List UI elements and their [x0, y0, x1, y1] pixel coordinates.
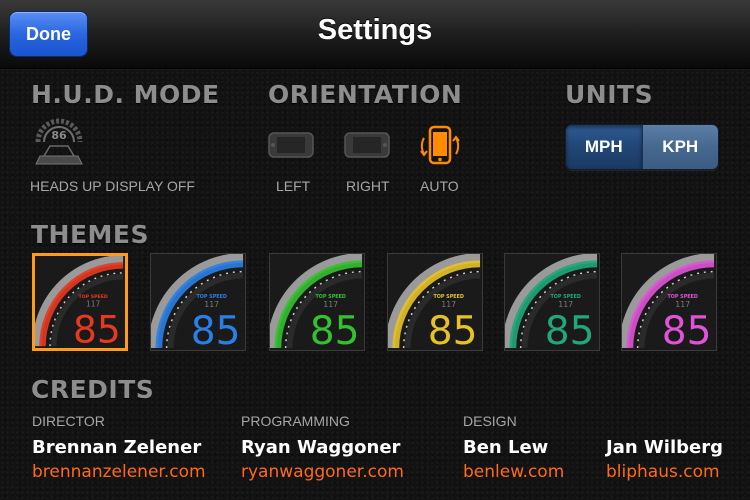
- speed-readout: 85: [545, 309, 595, 350]
- themes-heading: THEMES: [31, 220, 150, 249]
- orientation-right-option[interactable]: [344, 130, 390, 160]
- units-heading: UNITS: [565, 80, 654, 109]
- theme-option-4[interactable]: TOP SPEED 117 85: [387, 253, 483, 351]
- speed-readout: 85: [191, 309, 241, 350]
- phone-landscape-left-icon: [268, 132, 314, 158]
- hud-mode-heading: H.U.D. MODE: [31, 80, 220, 109]
- top-speed-value: 117: [441, 300, 456, 309]
- theme-option-1[interactable]: TOP SPEED 117 85: [32, 253, 128, 351]
- speed-readout: 85: [428, 309, 478, 350]
- orientation-left-option[interactable]: [268, 130, 314, 160]
- speedometer-theme-icon: TOP SPEED11785: [35, 256, 125, 348]
- credit-role-design: DESIGN: [463, 413, 517, 429]
- phone-landscape-right-icon: [344, 132, 390, 158]
- speedometer-theme-icon: TOP SPEED11785: [388, 254, 482, 350]
- top-speed-value: 117: [675, 300, 690, 309]
- top-speed-value: 117: [558, 300, 573, 309]
- top-speed-value: 117: [204, 300, 219, 309]
- theme-option-2[interactable]: TOP SPEED 117 85: [150, 253, 246, 351]
- orientation-left-label: LEFT: [276, 178, 311, 194]
- top-speed-value: 117: [323, 300, 338, 309]
- credit-link-director[interactable]: brennanzelener.com: [32, 462, 206, 482]
- orientation-right-label: RIGHT: [346, 178, 390, 194]
- credits-heading: CREDITS: [31, 375, 155, 404]
- credit-link-design[interactable]: benlew.com: [463, 462, 564, 482]
- theme-option-3[interactable]: TOP SPEED 117 85: [269, 253, 365, 351]
- credit-name-director: Brennan Zelener: [32, 437, 202, 458]
- speed-readout: 85: [73, 307, 121, 348]
- hud-status-label: HEADS UP DISPLAY OFF: [30, 178, 195, 194]
- speedometer-theme-icon: TOP SPEED11785: [151, 254, 245, 350]
- hud-icon-value: 86: [51, 129, 67, 142]
- credit-name-programming: Ryan Waggoner: [241, 437, 401, 458]
- orientation-auto-option[interactable]: [416, 122, 464, 170]
- speed-readout: 85: [310, 309, 360, 350]
- speedometer-theme-icon: TOP SPEED11785: [622, 254, 716, 350]
- page-title: Settings: [317, 14, 433, 46]
- credit-link-programming[interactable]: ryanwaggoner.com: [241, 462, 404, 482]
- orientation-auto-label: AUTO: [420, 178, 459, 194]
- credit-role-programming: PROGRAMMING: [241, 413, 350, 429]
- hud-mode-toggle[interactable]: 86: [30, 112, 88, 170]
- theme-option-6[interactable]: TOP SPEED 117 85: [621, 253, 717, 351]
- phone-auto-rotate-icon: [420, 125, 460, 165]
- theme-option-5[interactable]: TOP SPEED 117 85: [504, 253, 600, 351]
- units-mph-segment[interactable]: MPH: [566, 125, 642, 169]
- speedometer-theme-icon: TOP SPEED11785: [270, 254, 364, 350]
- speed-readout: 85: [662, 309, 712, 350]
- units-kph-segment[interactable]: KPH: [641, 125, 718, 169]
- hud-display-icon: 86: [35, 118, 83, 165]
- orientation-heading: ORIENTATION: [268, 80, 463, 109]
- navigation-bar: Done Settings: [0, 0, 750, 69]
- credit-role-director: DIRECTOR: [32, 413, 105, 429]
- units-segmented-control[interactable]: MPH KPH: [565, 124, 719, 170]
- credit-link-design-2[interactable]: bliphaus.com: [606, 462, 720, 482]
- speedometer-theme-icon: TOP SPEED11785: [505, 254, 599, 350]
- credit-name-design-2: Jan Wilberg: [606, 437, 723, 458]
- credit-name-design: Ben Lew: [463, 437, 549, 458]
